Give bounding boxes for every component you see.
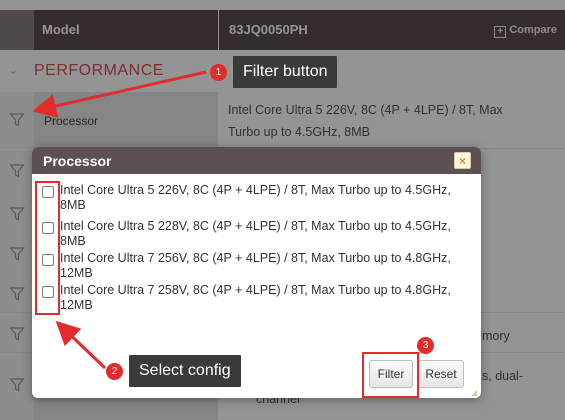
arrow-to-checkboxes	[55, 320, 107, 370]
arrow-to-filter-icon	[32, 70, 207, 118]
callout-label-2: Select config	[129, 355, 241, 387]
callout-number-3: 3	[417, 337, 434, 354]
callout-number-1: 1	[210, 64, 227, 81]
callout-label-1: Filter button	[233, 56, 338, 88]
callout-number-2: 2	[106, 363, 123, 380]
